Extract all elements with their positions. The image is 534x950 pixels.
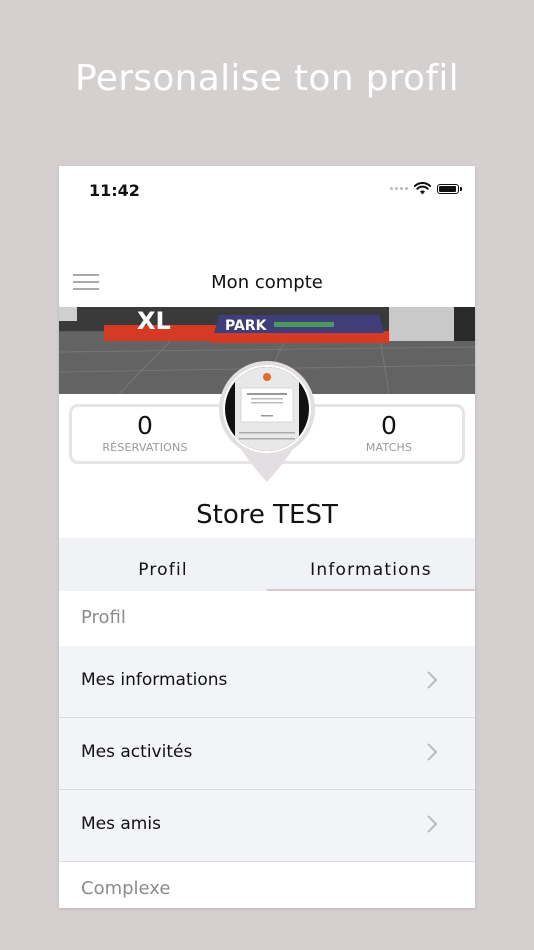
matchs-label: MATCHS (365, 441, 413, 454)
matchs-count: 0 (381, 411, 397, 440)
list-item-label: Mes informations (81, 670, 228, 690)
nav-bar: Mon compte (59, 262, 475, 306)
section-title-complexe: Complexe (81, 878, 171, 899)
stat-reservations[interactable]: 0 RÉSERVATIONS (80, 411, 210, 454)
tab-profil[interactable]: Profil (59, 538, 267, 591)
status-bar: 11:42 (59, 166, 475, 212)
reservations-label: RÉSERVATIONS (102, 441, 188, 454)
section-header-complexe: Complexe (59, 862, 475, 908)
page-title: Mon compte (211, 272, 323, 293)
section-title-profil: Profil (81, 607, 126, 628)
reservations-count: 0 (137, 411, 153, 440)
status-time: 11:42 (89, 181, 140, 200)
tab-informations[interactable]: Informations (267, 538, 475, 591)
list-item-mes-amis[interactable]: Mes amis (59, 790, 475, 862)
phone-screen: 11:42 Mon compte XL PARK 0 RÉSERVATIONS … (59, 166, 475, 908)
stat-matchs[interactable]: 0 MATCHS (324, 411, 454, 454)
avatar[interactable] (207, 358, 327, 484)
wifi-icon (414, 182, 431, 195)
cover-sign-text: PARK (225, 318, 268, 334)
signal-icon (390, 187, 408, 190)
chevron-right-icon (427, 743, 438, 761)
list-item-mes-activites[interactable]: Mes activités (59, 718, 475, 790)
list-item-mes-informations[interactable]: Mes informations (59, 646, 475, 718)
list-item-label: Mes activités (81, 742, 193, 762)
section-header-profil: Profil (59, 591, 475, 646)
profile-name: Store TEST (196, 500, 338, 530)
chevron-right-icon (427, 671, 438, 689)
tab-bar: Profil Informations (59, 538, 475, 591)
chevron-right-icon (427, 815, 438, 833)
battery-icon (437, 183, 462, 194)
cover-sign-letters: XL (137, 307, 171, 335)
list-item-label: Mes amis (81, 814, 161, 834)
promo-headline: Personalise ton profil (75, 58, 459, 99)
status-icons (390, 182, 462, 195)
